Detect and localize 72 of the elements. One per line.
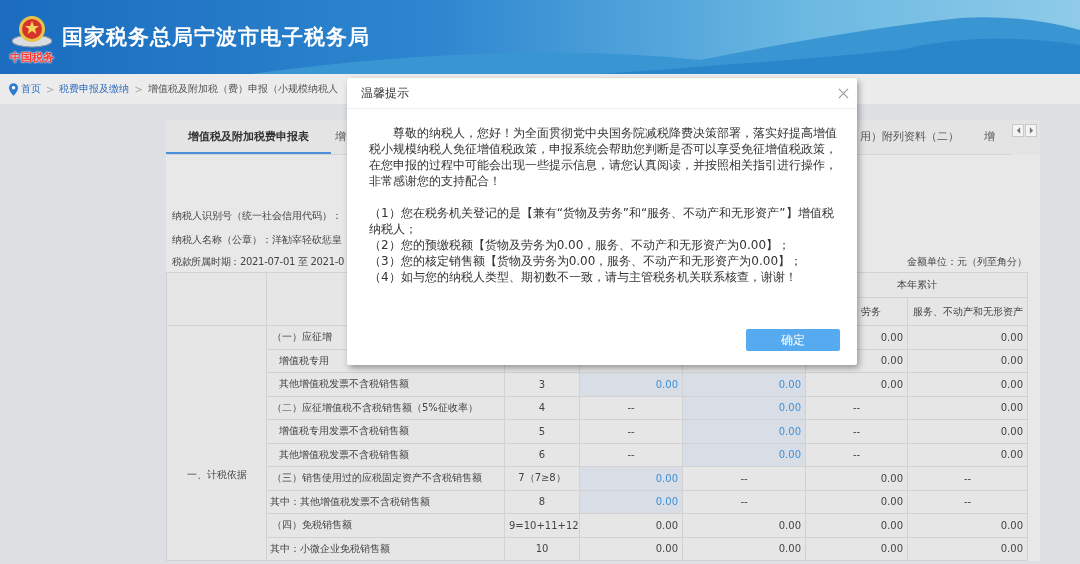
table-cell: -- (805, 419, 908, 443)
table-cell: 0.00 (907, 443, 1028, 467)
table-cell: -- (579, 396, 683, 420)
confirm-button[interactable]: 确定 (746, 329, 840, 351)
input-cell[interactable]: 0.00 (579, 466, 683, 490)
table-cell: 0.00 (907, 396, 1028, 420)
input-cell[interactable]: 0.00 (682, 443, 806, 467)
info-text: 纳税人识别号（统一社会信用代码）： (172, 209, 342, 223)
table-cell: 增值税专用发票不含税销售额 (266, 419, 505, 443)
location-pin-icon (9, 82, 18, 96)
tab[interactable]: 增 (984, 120, 995, 154)
table-cell: 0.00 (682, 537, 806, 561)
table-cell: （三）销售使用过的应税固定资产不含税销售额 (266, 466, 505, 490)
table-cell: -- (805, 396, 908, 420)
table-cell: -- (907, 490, 1028, 514)
notice-item: （4）如与您的纳税人类型、期初数不一致，请与主管税务机关联系核查，谢谢！ (369, 269, 798, 285)
table-cell: （四）免税销售额 (266, 513, 505, 537)
info-text: 税款所属时期：2021-07-01 至 2021-0 (171, 255, 345, 269)
table-cell: 其他增值税发票不含税销售额 (266, 372, 505, 396)
table-cell: 0.00 (682, 513, 806, 537)
table-cell: 0.00 (907, 537, 1028, 561)
table-cell: -- (682, 490, 806, 514)
table-cell: 0.00 (579, 537, 683, 561)
caret-right-icon (1028, 127, 1034, 134)
close-icon[interactable] (838, 87, 849, 99)
section-label: 一、计税依据 (166, 325, 267, 561)
table-cell: -- (682, 466, 806, 490)
site-title: 国家税务总局宁波市电子税务局 (62, 24, 370, 51)
notice-paragraph: 尊敬的纳税人，您好！为全面贯彻党中央国务院减税降费决策部署，落实好提高增值税小规模纳税人免征增值税政策，申报系统会帮助您判断是否可以享受免征增值税政策，在您申报的过程中可能会出现一些提示信息，请您认真阅读，并按照相关指引进行操作，非常感谢您的支持配合！ (369, 125, 838, 189)
table-cell: 0.00 (907, 419, 1028, 443)
table-cell: 0.00 (907, 349, 1028, 373)
table-cell: 0.00 (805, 490, 908, 514)
table-cell: -- (579, 443, 683, 467)
breadcrumb-link[interactable]: 首页 (21, 82, 41, 96)
notice-item: （3）您的核定销售额【货物及劳务为0.00，服务、不动产和无形资产为0.00】； (369, 253, 804, 269)
table-cell: -- (579, 419, 683, 443)
table-cell: -- (805, 443, 908, 467)
logo-caption: 中国税务 (10, 50, 54, 64)
table-cell: 0.00 (805, 513, 908, 537)
table-cell: 其中：小微企业免税销售额 (266, 537, 505, 561)
table-cell: 0.00 (805, 466, 908, 490)
tab[interactable]: 用）附列资料（二） (860, 120, 959, 154)
table-cell: 其他增值税发票不含税销售额 (266, 443, 505, 467)
breadcrumb-separator: > (46, 83, 55, 95)
notice-item: （1）您在税务机关登记的是【兼有“货物及劳务”和“服务、不动产和无形资产”】增值税纳税人； (369, 205, 835, 237)
dialog-title: 温馨提示 (361, 84, 409, 102)
breadcrumb-current: 增值税及附加税（费）申报（小规模纳税人 (147, 82, 338, 96)
unit-note: 金额单位：元（列至角分） (907, 255, 1027, 269)
info-text: 纳税人名称（公章）：洋勧宰轻砍惩皇 (172, 233, 342, 247)
table-cell: 0.00 (805, 537, 908, 561)
tab[interactable]: 增 (335, 120, 346, 154)
scroll-left-button[interactable] (1012, 124, 1024, 137)
input-cell[interactable]: 0.00 (579, 372, 683, 396)
tab[interactable]: 增值税及附加税费申报表 (166, 120, 331, 154)
table-cell: -- (907, 466, 1028, 490)
table-cell: 0.00 (907, 372, 1028, 396)
column-header: 服务、不动产和无形资产 (907, 297, 1028, 326)
table-cell: （二）应征增值税不含税销售额（5%征收率） (266, 396, 505, 420)
breadcrumb-separator: > (134, 83, 143, 95)
table-cell: 其中：其他增值税发票不含税销售额 (266, 490, 505, 514)
table-cell: 0.00 (907, 513, 1028, 537)
input-cell[interactable]: 0.00 (579, 490, 683, 514)
scroll-right-button[interactable] (1025, 124, 1037, 137)
input-cell[interactable]: 0.00 (682, 372, 806, 396)
table-cell: 0.00 (907, 325, 1028, 349)
table-cell: 0.00 (805, 372, 908, 396)
table-cell: 0.00 (579, 513, 683, 537)
breadcrumb-link[interactable]: 税费申报及缴纳 (59, 82, 130, 96)
caret-left-icon (1015, 127, 1021, 134)
input-cell[interactable]: 0.00 (682, 419, 806, 443)
notice-item: （2）您的预缴税额【货物及劳务为0.00，服务、不动产和无形资产为0.00】； (369, 237, 792, 253)
input-cell[interactable]: 0.00 (682, 396, 806, 420)
